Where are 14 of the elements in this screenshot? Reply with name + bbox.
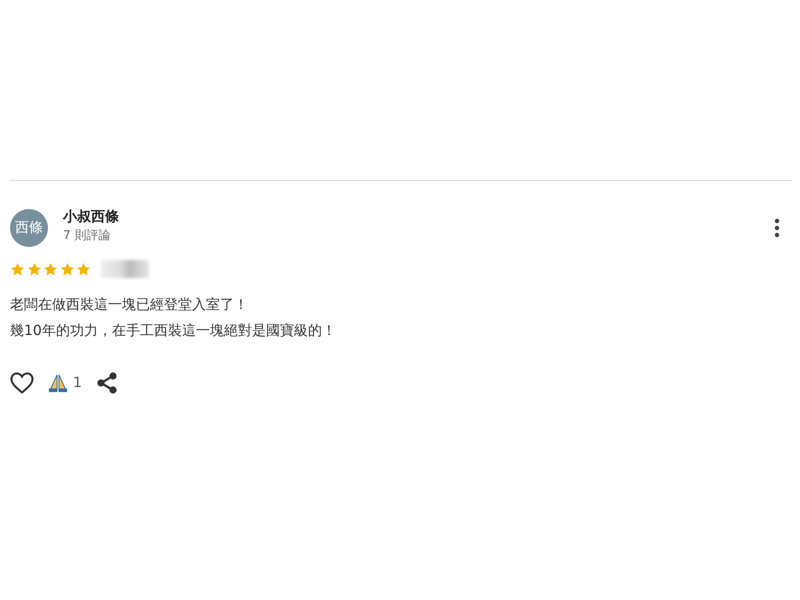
review-text: 幾10年的功力，在手工西裝這一塊絕對是國寶級的！ xyxy=(10,322,336,341)
star-icon xyxy=(60,262,74,276)
review-text: 老闆在做西裝這一塊已經登堂入室了！ xyxy=(10,296,248,315)
heart-icon[interactable] xyxy=(10,372,34,394)
review-count: 7 則評論 xyxy=(63,226,110,242)
share-icon[interactable] xyxy=(96,372,118,394)
reaction-button[interactable]: 1 xyxy=(48,373,82,393)
redacted-block xyxy=(101,260,149,278)
star-icon xyxy=(43,262,58,276)
star-icon xyxy=(26,262,42,276)
star-icon xyxy=(76,262,91,276)
star-icon xyxy=(10,262,25,276)
author-name[interactable]: 小叔西條 xyxy=(63,208,119,226)
more-options-icon[interactable] xyxy=(774,218,780,238)
